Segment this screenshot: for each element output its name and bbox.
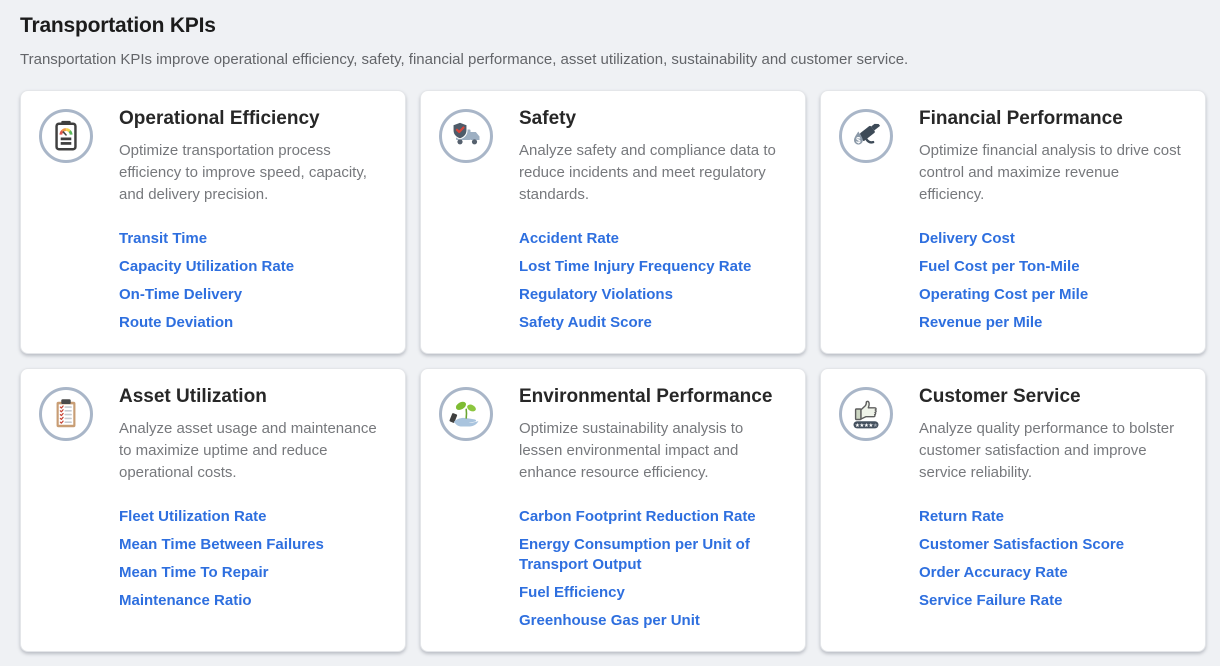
kpi-link[interactable]: On-Time Delivery — [119, 285, 385, 305]
card-icon-circle — [39, 387, 93, 441]
kpi-link[interactable]: Fuel Cost per Ton-Mile — [919, 257, 1185, 277]
kpi-link[interactable]: Revenue per Mile — [919, 313, 1185, 333]
kpi-card: Environmental Performance Optimize susta… — [420, 368, 806, 652]
kpi-link[interactable]: Carbon Footprint Reduction Rate — [519, 507, 785, 527]
card-title: Asset Utilization — [119, 385, 385, 409]
kpi-link[interactable]: Lost Time Injury Frequency Rate — [519, 257, 785, 277]
kpi-link[interactable]: Fleet Utilization Rate — [119, 507, 385, 527]
card-body: Asset Utilization Analyze asset usage an… — [119, 385, 385, 611]
kpi-link-list: Transit Time Capacity Utilization Rate On-… — [119, 229, 385, 333]
card-body: Customer Service Analyze quality perform… — [919, 385, 1185, 611]
kpi-card: ★ ★ ★ ★ ★ Customer Service Analyze quali… — [820, 368, 1206, 652]
card-icon-circle — [439, 387, 493, 441]
kpi-link[interactable]: Order Accuracy Rate — [919, 563, 1185, 583]
kpi-link[interactable]: Customer Satisfaction Score — [919, 535, 1185, 555]
card-description: Optimize sustainability analysis to less… — [519, 418, 785, 484]
kpi-link[interactable]: Safety Audit Score — [519, 313, 785, 333]
kpi-link[interactable]: Maintenance Ratio — [119, 591, 385, 611]
card-description: Analyze safety and compliance data to re… — [519, 140, 785, 206]
kpi-link-list: Carbon Footprint Reduction Rate Energy Co… — [519, 507, 785, 631]
checklist-clipboard-icon — [49, 397, 83, 431]
kpi-link-list: Return Rate Customer Satisfaction Score Or… — [919, 507, 1185, 611]
kpi-link[interactable]: Delivery Cost — [919, 229, 1185, 249]
card-body: Environmental Performance Optimize susta… — [519, 385, 785, 631]
page-subtitle: Transportation KPIs improve operational … — [20, 50, 1206, 70]
card-title: Financial Performance — [919, 107, 1185, 131]
fuel-nozzle-dollar-icon: $ — [848, 118, 884, 154]
kpi-card: Safety Analyze safety and compliance dat… — [420, 90, 806, 354]
page-title: Transportation KPIs — [20, 14, 1206, 38]
card-icon-circle: $ — [839, 109, 893, 163]
kpi-link-list: Accident Rate Lost Time Injury Frequency … — [519, 229, 785, 333]
kpi-card: $ Financial Performance Optimize financi… — [820, 90, 1206, 354]
hand-plant-icon — [447, 395, 485, 433]
svg-text:$: $ — [856, 136, 861, 145]
kpi-link[interactable]: Regulatory Violations — [519, 285, 785, 305]
kpi-link[interactable]: Return Rate — [919, 507, 1185, 527]
kpi-link[interactable]: Greenhouse Gas per Unit — [519, 611, 785, 631]
card-description: Analyze quality performance to bolster c… — [919, 418, 1185, 484]
thumbs-up-stars-icon: ★ ★ ★ ★ ★ — [848, 396, 884, 432]
kpi-link[interactable]: Accident Rate — [519, 229, 785, 249]
card-description: Analyze asset usage and maintenance to m… — [119, 418, 385, 484]
card-description: Optimize financial analysis to drive cos… — [919, 140, 1185, 206]
card-body: Safety Analyze safety and compliance dat… — [519, 107, 785, 333]
card-body: Financial Performance Optimize financial… — [919, 107, 1185, 333]
kpi-link[interactable]: Transit Time — [119, 229, 385, 249]
card-title: Environmental Performance — [519, 385, 785, 409]
card-title: Safety — [519, 107, 785, 131]
gauge-clipboard-icon — [49, 119, 83, 153]
kpi-link[interactable]: Service Failure Rate — [919, 591, 1185, 611]
kpi-link[interactable]: Mean Time To Repair — [119, 563, 385, 583]
kpi-link-list: Fleet Utilization Rate Mean Time Between … — [119, 507, 385, 611]
transportation-kpis-page: Transportation KPIs Transportation KPIs … — [0, 0, 1220, 666]
kpi-card-grid: Operational Efficiency Optimize transpor… — [20, 90, 1206, 652]
card-icon-circle — [39, 109, 93, 163]
svg-text:★: ★ — [873, 422, 878, 429]
card-icon-circle — [439, 109, 493, 163]
card-description: Optimize transportation process efficien… — [119, 140, 385, 206]
card-body: Operational Efficiency Optimize transpor… — [119, 107, 385, 333]
kpi-link[interactable]: Fuel Efficiency — [519, 583, 785, 603]
kpi-link[interactable]: Energy Consumption per Unit of Transport… — [519, 535, 785, 575]
kpi-link[interactable]: Mean Time Between Failures — [119, 535, 385, 555]
shield-truck-icon — [448, 118, 484, 154]
kpi-link[interactable]: Operating Cost per Mile — [919, 285, 1185, 305]
kpi-link[interactable]: Capacity Utilization Rate — [119, 257, 385, 277]
kpi-link-list: Delivery Cost Fuel Cost per Ton-Mile Opera… — [919, 229, 1185, 333]
kpi-link[interactable]: Route Deviation — [119, 313, 385, 333]
kpi-card: Operational Efficiency Optimize transpor… — [20, 90, 406, 354]
kpi-card: Asset Utilization Analyze asset usage an… — [20, 368, 406, 652]
card-title: Operational Efficiency — [119, 107, 385, 131]
card-title: Customer Service — [919, 385, 1185, 409]
card-icon-circle: ★ ★ ★ ★ ★ — [839, 387, 893, 441]
